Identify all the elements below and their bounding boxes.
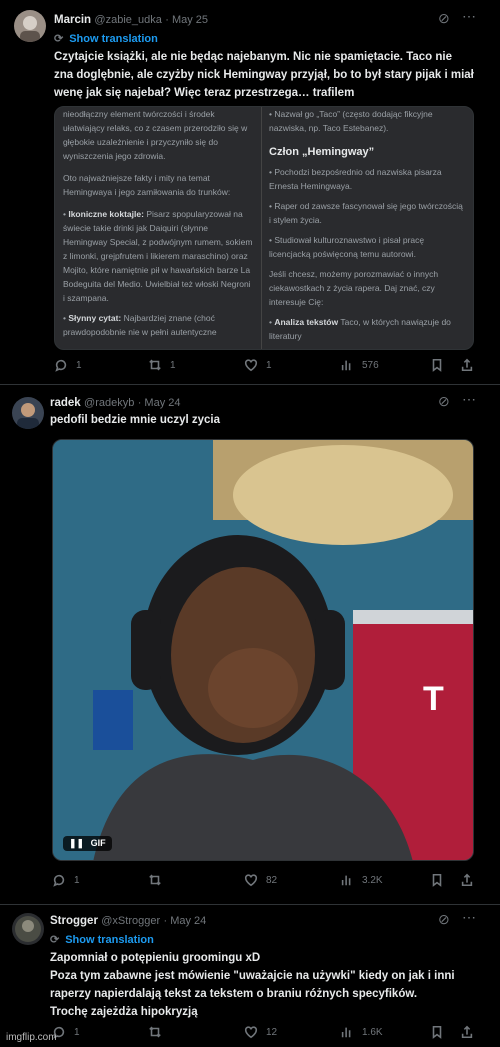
gif-badge[interactable]: ❚❚ GIF <box>63 836 112 851</box>
post-text-line: Poza tym zabawne jest mówienie "uważajci… <box>50 970 455 1000</box>
media-bullet: • Ikoniczne koktajle: Pisarz spopularyzo… <box>63 209 253 303</box>
views-icon <box>341 875 351 886</box>
views-button[interactable]: 3.2K <box>340 873 383 887</box>
share-button[interactable] <box>460 873 474 887</box>
more-icon[interactable]: ⋯ <box>462 8 476 25</box>
pause-icon: ❚❚ <box>69 838 85 848</box>
bookmark-icon <box>432 358 442 372</box>
share-button[interactable] <box>460 358 474 372</box>
author-name[interactable]: radek <box>50 397 81 409</box>
avatar-image-icon <box>20 16 40 42</box>
heart-icon <box>244 874 258 887</box>
retweet-button[interactable] <box>148 873 170 887</box>
views-button[interactable]: 1.6K <box>340 1025 383 1039</box>
share-icon <box>461 358 473 372</box>
like-button[interactable]: 12 <box>244 1025 277 1039</box>
reply-button[interactable]: 1 <box>54 358 82 372</box>
like-button[interactable]: 82 <box>244 873 277 887</box>
watermark: imgflip.com <box>6 1032 57 1043</box>
author-name[interactable]: Strogger <box>50 915 98 927</box>
like-button[interactable]: 1 <box>244 358 272 372</box>
media-bullet: • Słynny cytat: Najbardziej znane (choć … <box>63 313 217 337</box>
media-divider <box>261 107 262 349</box>
media-right-column: • Nazwał go „Taco” (często dodając fikcy… <box>269 107 465 343</box>
more-icon[interactable]: ⋯ <box>462 909 476 926</box>
translate-icon: ⟳ <box>50 934 60 946</box>
media-left-column: nieodłączny element twórczości i środek … <box>63 107 253 339</box>
heart-icon <box>244 1026 258 1039</box>
grok-icon[interactable]: ⊘ <box>438 393 450 410</box>
screenshot-attachment[interactable]: nieodłączny element twórczości i środek … <box>54 106 474 350</box>
avatar[interactable] <box>14 10 46 42</box>
author-handle[interactable]: @radekyb <box>84 397 134 409</box>
retweet-icon <box>149 1026 161 1038</box>
author-handle[interactable]: @zabie_udka <box>94 14 161 26</box>
gif-frame-image <box>53 440 473 860</box>
media-paragraph: Oto najważniejsze fakty i mity na temat … <box>63 173 231 197</box>
media-bullet: • Analiza tekstów Taco, w których nawiąz… <box>269 317 451 341</box>
reply-button[interactable]: 1 <box>52 873 80 887</box>
post-text: pedofil bedzie mnie uczyl zycia <box>50 414 220 426</box>
retweet-button[interactable]: 1 <box>148 358 176 372</box>
media-bullet: • Pochodzi bezpośrednio od nazwiska pisa… <box>269 167 442 191</box>
grok-icon[interactable]: ⊘ <box>438 911 450 928</box>
reply-icon <box>55 359 67 372</box>
media-paragraph: Jeśli chcesz, możemy porozmawiać o innyc… <box>269 269 439 307</box>
grok-icon[interactable]: ⊘ <box>438 10 450 27</box>
views-button[interactable]: 576 <box>340 358 379 372</box>
post-date[interactable]: May 24 <box>170 915 206 927</box>
media-bullet: • Raper od zawsze fascynował się jego tw… <box>269 201 463 225</box>
more-icon[interactable]: ⋯ <box>462 391 476 408</box>
post-text-line: Trochę zajeżdża hipokryzją <box>50 1006 198 1018</box>
media-bullet: • Nazwał go „Taco” (często dodając fikcy… <box>269 109 433 133</box>
retweet-icon <box>149 874 161 886</box>
share-icon <box>461 873 473 887</box>
bookmark-icon <box>432 1025 442 1039</box>
post-text-line: Zapomniał o potępieniu groomingu xD <box>50 952 261 964</box>
overlay-text: T <box>423 680 444 718</box>
post-text: Czytajcie książki, ale nie będąc najeban… <box>54 51 474 99</box>
heart-icon <box>244 359 258 372</box>
gif-media[interactable]: T ❚❚ GIF <box>52 439 474 861</box>
reply-icon <box>53 874 65 887</box>
tweet-marcin[interactable]: Marcin @zabie_udka · May 25 ⊘ ⋯ ⟳ Show tr… <box>0 0 500 384</box>
show-translation-link[interactable]: ⟳ Show translation <box>54 32 158 45</box>
avatar[interactable] <box>12 397 44 429</box>
retweet-button[interactable] <box>148 1025 170 1039</box>
media-heading: Człon „Hemingway” <box>269 146 375 158</box>
media-bullet: • Studiował kulturoznawstwo i pisał prac… <box>269 235 425 259</box>
share-icon <box>461 1025 473 1039</box>
avatar-image-icon <box>15 916 41 942</box>
post-date[interactable]: May 24 <box>144 397 180 409</box>
author-name[interactable]: Marcin <box>54 14 91 26</box>
share-button[interactable] <box>460 1025 474 1039</box>
post-date[interactable]: May 25 <box>172 14 208 26</box>
views-icon <box>341 360 351 371</box>
translate-icon: ⟳ <box>54 33 64 45</box>
views-icon <box>341 1027 351 1038</box>
media-paragraph: nieodłączny element twórczości i środek … <box>63 109 248 161</box>
tweet-radek[interactable]: radek @radekyb · May 24 ⊘ ⋯ pedofil bedz… <box>0 385 500 905</box>
retweet-icon <box>149 359 161 371</box>
tweet-strogger[interactable]: Strogger @xStrogger · May 24 ⊘ ⋯ ⟳ Show t… <box>0 905 500 1047</box>
bookmark-button[interactable] <box>430 873 444 887</box>
avatar[interactable] <box>12 913 44 945</box>
bookmark-icon <box>432 873 442 887</box>
avatar-image-icon <box>17 403 39 429</box>
author-handle[interactable]: @xStrogger <box>101 915 160 927</box>
show-translation-link[interactable]: ⟳ Show translation <box>50 933 154 946</box>
post-text: Zapomniał o potępieniu groomingu xD Poza… <box>50 949 470 1021</box>
bookmark-button[interactable] <box>430 1025 444 1039</box>
bookmark-button[interactable] <box>430 358 444 372</box>
